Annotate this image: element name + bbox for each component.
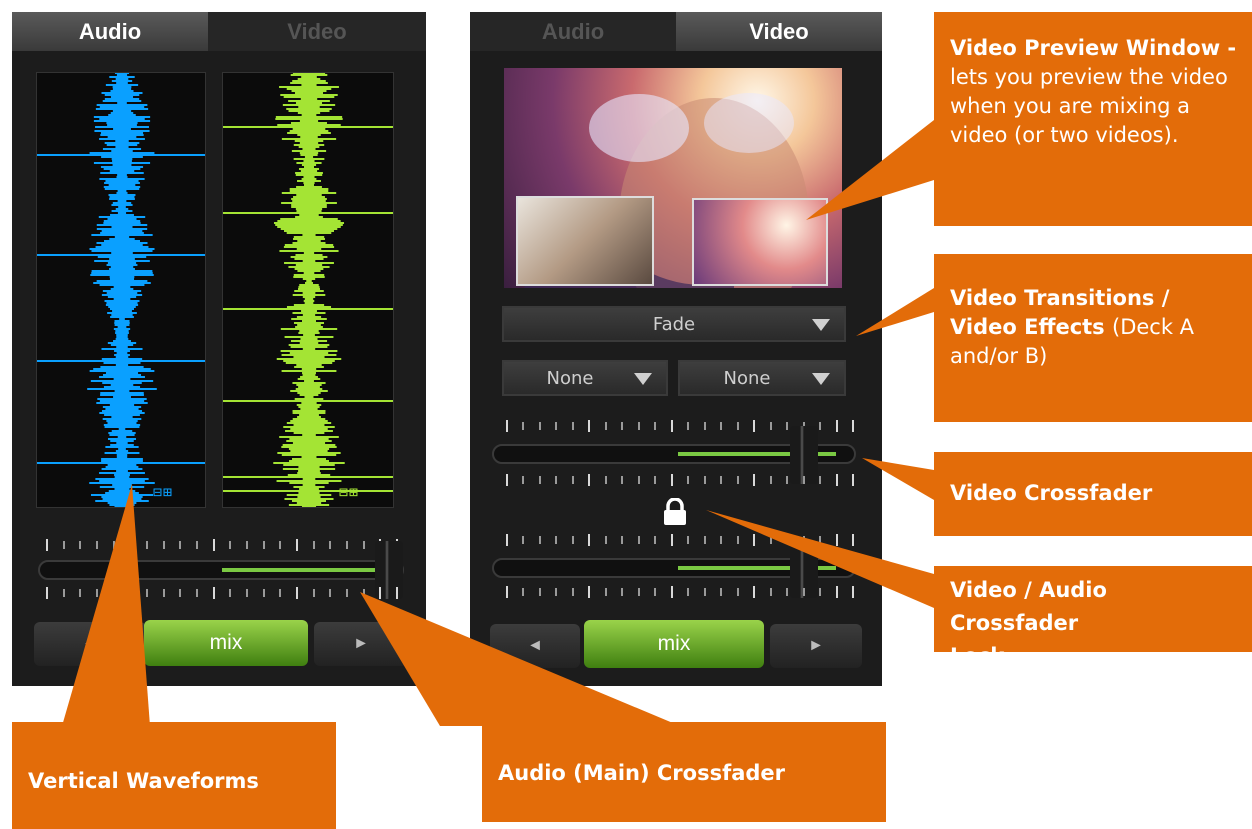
- pointer-main-crossfader: [360, 592, 680, 726]
- pointer-preview: [806, 120, 934, 220]
- callout-preview-text: lets you preview the video when you are …: [950, 65, 1228, 147]
- callout-waveforms-text: Vertical Waveforms: [28, 769, 259, 793]
- callout-vertical-waveforms: Vertical Waveforms: [12, 722, 336, 829]
- callout-main-crossfader: Audio (Main) Crossfader: [482, 722, 886, 822]
- callout-video-preview: Video Preview Window - lets you preview …: [934, 12, 1252, 226]
- callout-preview-title: Video Preview Window -: [950, 36, 1237, 60]
- callout-video-crossfader-text: Video Crossfader: [950, 481, 1153, 505]
- callout-main-crossfader-text: Audio (Main) Crossfader: [498, 761, 786, 785]
- callout-video-crossfader: Video Crossfader: [934, 452, 1252, 536]
- pointer-video-crossfader: [862, 458, 934, 500]
- callout-crossfader-lock: Video / Audio Crossfader Lock: [934, 566, 1252, 668]
- callout-lock-text: Video / Audio Crossfader Lock: [950, 578, 1107, 668]
- pointer-waveforms: [62, 484, 150, 726]
- pointer-transitions: [856, 288, 934, 336]
- callout-video-transitions: Video Transitions / Video Effects (Deck …: [934, 254, 1252, 422]
- pointer-lock: [706, 510, 934, 608]
